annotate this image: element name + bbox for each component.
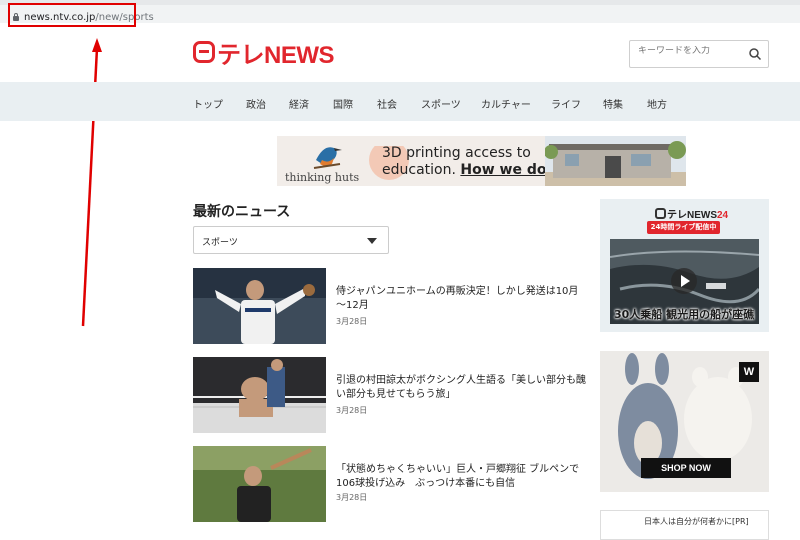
site-logo[interactable]: テレNEWS: [193, 39, 335, 69]
logo-text: テレNEWS: [217, 41, 335, 69]
category-select-value: スポーツ: [202, 238, 238, 248]
chevron-down-icon: [367, 238, 377, 244]
article-title[interactable]: 引退の村田諒太がボクシング人生語る「美しい部分も醜い部分も見せてもらう旅」: [336, 374, 586, 402]
article-date: 3月28日: [336, 317, 368, 326]
ad-house-image: [545, 136, 686, 186]
promo-text[interactable]: 日本人は自分が何者かに[PR]: [644, 516, 749, 527]
search-icon[interactable]: [748, 47, 762, 61]
brand-logo: W: [739, 362, 759, 382]
article-thumbnail[interactable]: [193, 357, 326, 433]
nav-item-features[interactable]: 特集: [603, 96, 623, 111]
nav-item-life[interactable]: ライフ: [551, 96, 581, 111]
article-date: 3月28日: [336, 406, 368, 415]
nav-item-regional[interactable]: 地方: [647, 96, 667, 111]
nav-item-society[interactable]: 社会: [377, 96, 397, 111]
live-badge: 24時間ライブ配信中: [647, 221, 720, 234]
article-date: 3月28日: [336, 493, 368, 502]
play-icon[interactable]: [671, 268, 697, 294]
article-item[interactable]: 「状態めちゃくちゃいい」巨人・戸郷翔征 ブルペンで106球投げ込み ぶっつけ本番…: [193, 446, 593, 522]
live-caption: 30人乗船 観光用の船が座礁: [614, 308, 755, 321]
category-nav: トップ 政治 経済 国際 社会 スポーツ カルチャー ライフ 特集 地方: [0, 82, 800, 121]
logo-mark-icon: [655, 208, 666, 219]
section-title: 最新のニュース: [193, 204, 291, 220]
article-title[interactable]: 侍ジャパンユニホームの再販決定！しかし発送は10月～12月: [336, 285, 586, 313]
kingfisher-icon: [313, 147, 342, 169]
nav-item-economy[interactable]: 経済: [289, 96, 309, 111]
ad-headline-line2: education. How we do it.: [382, 162, 569, 178]
search-box[interactable]: [629, 40, 769, 68]
nav-item-top[interactable]: トップ: [193, 96, 223, 111]
nav-item-international[interactable]: 国際: [333, 96, 353, 111]
shop-now-button[interactable]: SHOP NOW: [641, 458, 731, 478]
nav-item-sports[interactable]: スポーツ: [421, 96, 461, 111]
article-thumbnail[interactable]: [193, 446, 326, 522]
live-logo-text: テレNEWS24: [667, 210, 729, 221]
logo-mark-icon: [193, 41, 215, 63]
ad-brand-name: thinking huts: [285, 171, 360, 184]
article-item[interactable]: 侍ジャパンユニホームの再販決定！しかし発送は10月～12月 3月28日: [193, 268, 593, 344]
article-thumbnail[interactable]: [193, 268, 326, 344]
live-logo: テレNEWS24: [655, 206, 728, 221]
search-input[interactable]: [638, 46, 748, 56]
nav-item-politics[interactable]: 政治: [246, 96, 266, 111]
article-item[interactable]: 引退の村田諒太がボクシング人生語る「美しい部分も醜い部分も見せてもらう旅」 3月…: [193, 357, 593, 433]
ad-headline-line1: 3D printing access to: [382, 145, 531, 161]
article-title[interactable]: 「状態めちゃくちゃいい」巨人・戸郷翔征 ブルペンで106球投げ込み ぶっつけ本番…: [336, 463, 586, 491]
nav-item-culture[interactable]: カルチャー: [481, 96, 531, 111]
category-select[interactable]: スポーツ: [193, 226, 389, 254]
